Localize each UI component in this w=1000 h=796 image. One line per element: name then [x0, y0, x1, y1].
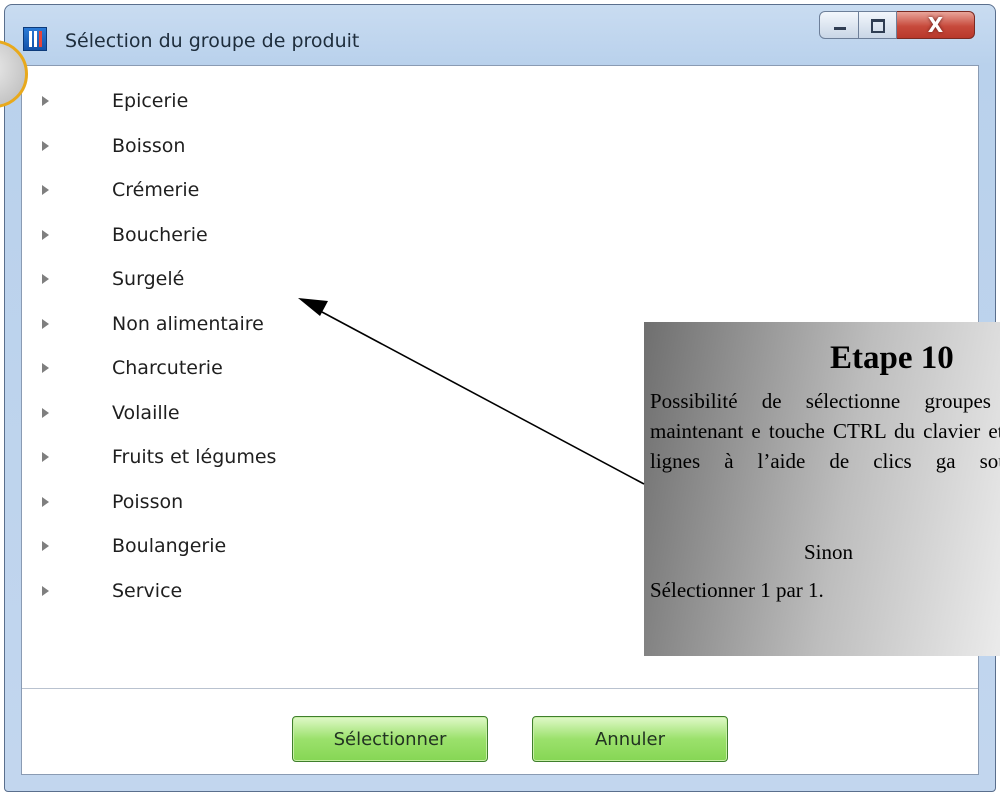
app-icon: [23, 27, 47, 51]
list-item-label: Crémerie: [112, 179, 200, 201]
list-item-label: Service: [112, 579, 183, 602]
list-item-label: Non alimentaire: [112, 312, 264, 335]
list-item-label: Charcuterie: [112, 357, 223, 379]
close-icon: X: [927, 13, 944, 37]
cancel-button[interactable]: Annuler: [532, 716, 728, 762]
expand-arrow-icon[interactable]: [42, 140, 49, 151]
list-item[interactable]: Crémerie: [22, 169, 978, 213]
list-item[interactable]: Boisson: [22, 125, 978, 169]
instruction-callout: Etape 10 Possibilité de sélectionne grou…: [644, 322, 1000, 656]
list-item[interactable]: Boucherie: [22, 214, 978, 258]
list-item-label: Fruits et légumes: [112, 446, 277, 468]
list-item-label: Volaille: [112, 401, 180, 424]
minimize-button[interactable]: [819, 11, 859, 39]
list-item-label: Boisson: [112, 134, 186, 157]
expand-arrow-icon[interactable]: [42, 185, 49, 195]
expand-arrow-icon[interactable]: [42, 229, 49, 240]
list-item-label: Epicerie: [112, 90, 189, 112]
callout-final: Sélectionner 1 par 1.: [650, 578, 824, 602]
window-controls: X: [819, 11, 975, 45]
callout-sinon: Sinon: [804, 540, 854, 564]
expand-arrow-icon[interactable]: [42, 363, 49, 373]
expand-arrow-icon[interactable]: [42, 496, 49, 507]
list-item-label: Poisson: [112, 490, 184, 513]
title-bar[interactable]: Sélection du groupe de produit X: [5, 5, 995, 65]
expand-arrow-icon[interactable]: [42, 407, 49, 418]
maximize-button[interactable]: [859, 11, 897, 39]
list-item[interactable]: Epicerie: [22, 80, 978, 124]
list-item-label: Boucherie: [112, 223, 208, 246]
expand-arrow-icon[interactable]: [42, 541, 49, 551]
callout-title: Etape 10: [830, 340, 954, 376]
expand-arrow-icon[interactable]: [42, 452, 49, 462]
list-item-label: Surgelé: [112, 268, 185, 290]
expand-arrow-icon[interactable]: [42, 96, 49, 106]
select-button[interactable]: Sélectionner: [292, 716, 488, 762]
close-button[interactable]: X: [897, 11, 975, 39]
expand-arrow-icon[interactable]: [42, 585, 49, 596]
expand-arrow-icon[interactable]: [42, 318, 49, 329]
dialog-footer: Sélectionner Annuler: [22, 689, 978, 774]
expand-arrow-icon[interactable]: [42, 274, 49, 284]
list-item-label: Boulangerie: [112, 535, 227, 557]
window-title: Sélection du groupe de produit: [65, 30, 360, 52]
list-item[interactable]: Surgelé: [22, 258, 978, 302]
callout-body: Possibilité de sélectionne groupes en ma…: [650, 389, 1000, 473]
